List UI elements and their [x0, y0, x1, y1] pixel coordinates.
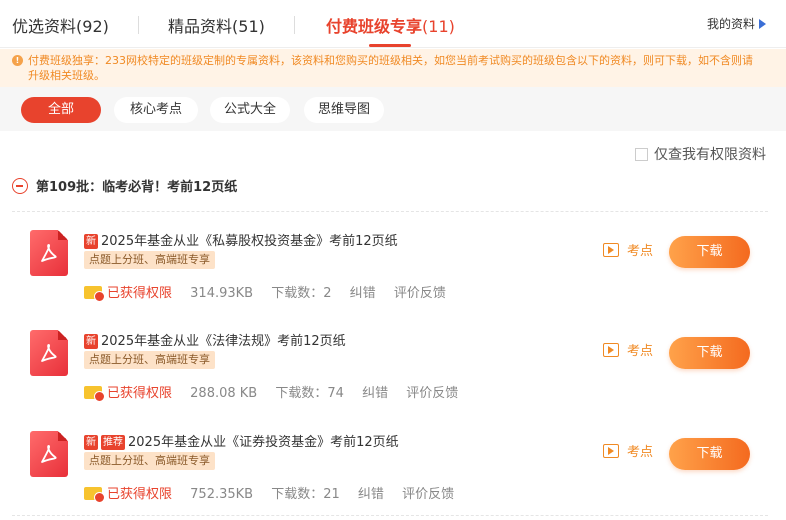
acrobat-icon — [41, 344, 57, 362]
document-meta: 已获得权限 314.93KB 下载数：2 纠错 评价反馈 — [84, 282, 460, 302]
play-triangle-icon — [759, 19, 766, 29]
document-row: 新 2025年基金从业《私募股权投资基金》考前12页纸 点题上分班、高端班专享 已… — [0, 230, 786, 320]
document-title-text: 2025年基金从业《法律法规》考前12页纸 — [101, 334, 346, 349]
download-button[interactable]: 下载 — [669, 438, 750, 470]
my-docs-label: 我的资料 — [706, 17, 755, 31]
tab-featured[interactable]: 优选资料(92) — [12, 13, 109, 37]
tab-label: 优选资料 — [12, 17, 77, 36]
permission-filter-label: 仅查我有权限资料 — [654, 147, 766, 163]
document-row: 新 2025年基金从业《法律法规》考前12页纸 点题上分班、高端班专享 已获得权限… — [0, 330, 786, 420]
folder-lock-icon — [84, 286, 105, 302]
keypoint-label: 考点 — [627, 445, 654, 460]
keypoint-link[interactable]: 考点 — [603, 240, 653, 259]
pdf-file-icon — [30, 431, 68, 477]
report-error-link[interactable]: 纠错 — [358, 487, 384, 502]
permission-filter[interactable]: 仅查我有权限资料 — [635, 144, 766, 164]
recommended-tag: 推荐 — [101, 435, 125, 450]
active-tab-indicator — [369, 44, 411, 47]
tab-paid-class[interactable]: 付费班级专享(11) — [326, 13, 455, 37]
filter-mind-maps[interactable]: 思维导图 — [304, 97, 384, 123]
batch-header: 第109批：临考必背！考前12页纸 — [12, 176, 237, 195]
new-tag: 新 — [84, 234, 98, 249]
keypoint-link[interactable]: 考点 — [603, 340, 653, 359]
file-size: 288.08 KB — [190, 386, 258, 401]
access-status: 已获得权限 — [107, 386, 173, 401]
tab-label: 付费班级专享 — [326, 17, 423, 36]
filter-all[interactable]: 全部 — [21, 97, 101, 123]
download-count: 下载数：2 — [271, 286, 332, 301]
keypoint-label: 考点 — [627, 244, 654, 259]
download-count: 下载数：74 — [275, 386, 344, 401]
access-status: 已获得权限 — [107, 487, 173, 502]
notice-banner: ! 付费班级独享：233网校特定的班级定制的专属资料，该资料和您购买的班级相关，… — [0, 49, 786, 87]
download-count: 下载数：21 — [271, 487, 340, 502]
class-exclusive-badge: 点题上分班、高端班专享 — [84, 251, 215, 269]
tab-label: 精品资料 — [168, 17, 233, 36]
document-title[interactable]: 新推荐 2025年基金从业《证券投资基金》考前12页纸 — [84, 431, 399, 450]
pdf-file-icon — [30, 330, 68, 376]
folder-lock-icon — [84, 487, 105, 503]
document-title[interactable]: 新 2025年基金从业《法律法规》考前12页纸 — [84, 330, 346, 349]
video-play-icon — [603, 343, 619, 357]
feedback-link[interactable]: 评价反馈 — [394, 286, 446, 301]
download-button[interactable]: 下载 — [669, 236, 750, 268]
folder-lock-icon — [84, 386, 105, 402]
info-icon: ! — [12, 55, 23, 66]
collapse-icon[interactable] — [12, 178, 28, 194]
filter-formulas[interactable]: 公式大全 — [210, 97, 290, 123]
acrobat-icon — [41, 445, 57, 463]
feedback-link[interactable]: 评价反馈 — [402, 487, 454, 502]
document-meta: 已获得权限 288.08 KB 下载数：74 纠错 评价反馈 — [84, 382, 472, 402]
access-status: 已获得权限 — [107, 286, 173, 301]
filter-core-points[interactable]: 核心考点 — [114, 97, 198, 123]
filter-bar: 全部 核心考点 公式大全 思维导图 — [0, 87, 786, 131]
notice-text: 付费班级独享：233网校特定的班级定制的专属资料，该资料和您购买的班级相关，如您… — [28, 54, 753, 82]
download-button[interactable]: 下载 — [669, 337, 750, 369]
keypoint-link[interactable]: 考点 — [603, 441, 653, 460]
report-error-link[interactable]: 纠错 — [350, 286, 376, 301]
document-meta: 已获得权限 752.35KB 下载数：21 纠错 评价反馈 — [84, 483, 468, 503]
report-error-link[interactable]: 纠错 — [362, 386, 388, 401]
tab-premium[interactable]: 精品资料(51) — [168, 13, 265, 37]
tab-count: (51) — [232, 17, 265, 36]
tab-separator — [138, 16, 139, 34]
batch-title: 第109批：临考必背！考前12页纸 — [36, 180, 238, 195]
tab-count: (92) — [76, 17, 109, 36]
document-title-text: 2025年基金从业《私募股权投资基金》考前12页纸 — [101, 234, 398, 249]
pdf-file-icon — [30, 230, 68, 276]
divider — [12, 515, 768, 516]
document-title-text: 2025年基金从业《证券投资基金》考前12页纸 — [128, 435, 399, 450]
file-size: 314.93KB — [190, 286, 254, 301]
video-play-icon — [603, 444, 619, 458]
class-exclusive-badge: 点题上分班、高端班专享 — [84, 452, 215, 470]
checkbox[interactable] — [635, 148, 648, 161]
tab-separator — [294, 16, 295, 34]
document-title[interactable]: 新 2025年基金从业《私募股权投资基金》考前12页纸 — [84, 230, 398, 249]
tab-count: (11) — [422, 17, 455, 36]
divider — [12, 211, 768, 212]
my-docs-link[interactable]: 我的资料 — [707, 15, 766, 32]
resource-tabs: 优选资料(92) 精品资料(51) 付费班级专享(11) 我的资料 — [0, 0, 786, 48]
acrobat-icon — [41, 244, 57, 262]
keypoint-label: 考点 — [627, 344, 654, 359]
new-tag: 新 — [84, 435, 98, 450]
new-tag: 新 — [84, 334, 98, 349]
file-size: 752.35KB — [190, 487, 254, 502]
feedback-link[interactable]: 评价反馈 — [406, 386, 458, 401]
class-exclusive-badge: 点题上分班、高端班专享 — [84, 351, 215, 369]
video-play-icon — [603, 243, 619, 257]
document-row: 新推荐 2025年基金从业《证券投资基金》考前12页纸 点题上分班、高端班专享 已… — [0, 431, 786, 520]
